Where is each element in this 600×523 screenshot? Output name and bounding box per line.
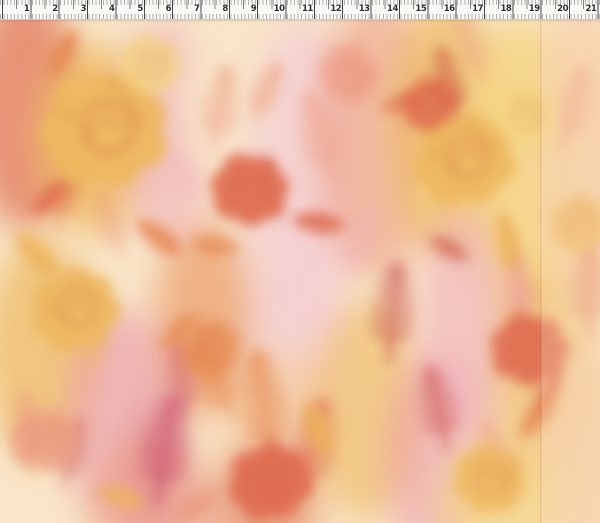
ruler-number: 5 <box>129 0 143 19</box>
ruler-number: 8 <box>214 0 228 19</box>
ruler-number: 20 <box>554 0 568 19</box>
ruler-number: 14 <box>384 0 398 19</box>
ruler-number: 3 <box>72 0 86 19</box>
ruler-number: 11 <box>299 0 313 19</box>
ruler: 123456789101112131415161718192021 <box>0 0 600 20</box>
ruler-number: 17 <box>469 0 483 19</box>
ruler-number: 10 <box>271 0 285 19</box>
fabric-swatch-photo: 123456789101112131415161718192021 <box>0 0 600 523</box>
ruler-number: 2 <box>44 0 58 19</box>
ruler-number: 4 <box>100 0 114 19</box>
ruler-numbers: 123456789101112131415161718192021 <box>0 0 600 19</box>
ruler-number: 6 <box>157 0 171 19</box>
ruler-number: 21 <box>582 0 596 19</box>
ruler-number: 9 <box>242 0 256 19</box>
ruler-number: 1 <box>15 0 29 19</box>
ruler-number: 16 <box>441 0 455 19</box>
ruler-number: 18 <box>497 0 511 19</box>
ruler-number: 13 <box>356 0 370 19</box>
ruler-number: 15 <box>412 0 426 19</box>
fabric-pattern <box>0 19 600 523</box>
ruler-number: 7 <box>185 0 199 19</box>
fabric-texture <box>0 19 600 523</box>
ruler-number: 12 <box>327 0 341 19</box>
ruler-number: 19 <box>526 0 540 19</box>
